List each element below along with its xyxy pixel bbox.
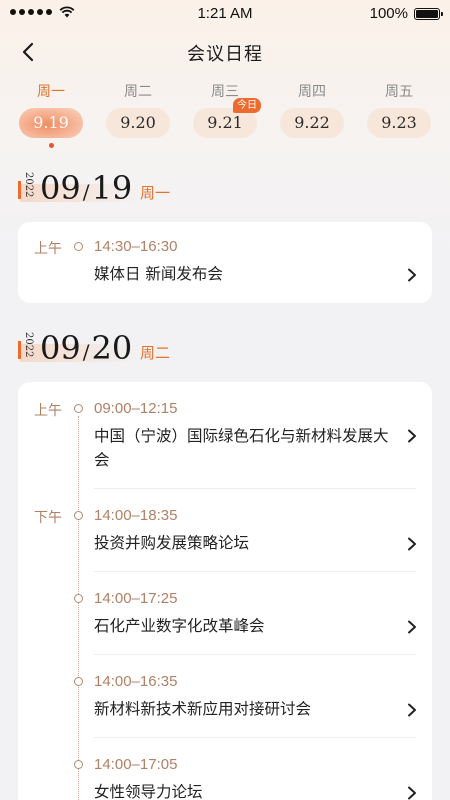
chevron-right-icon [408, 268, 416, 282]
chevron-right-icon [408, 429, 416, 443]
day-tab-weekday: 周五 [385, 84, 413, 100]
session-period: 上午 [34, 403, 62, 419]
session-row[interactable]: 上午 14:30–16:30 媒体日 新闻发布会 [18, 222, 432, 303]
session-time: 14:00–17:05 [94, 756, 178, 773]
session-time: 14:00–17:25 [94, 590, 178, 607]
day-tab-weekday: 周一 [37, 84, 65, 100]
date-weekday: 周二 [140, 344, 171, 362]
date-month-day: 09/19 [40, 169, 133, 207]
session-title: 女性领导力论坛 [94, 783, 203, 800]
day-tab-date: 9.23 [367, 108, 431, 138]
nav-bar: 会议日程 [0, 30, 450, 74]
week-date-selector: 周一 9.19 周二 9.20 周三 9.21 今日 周四 9.22 周五 9.… [0, 82, 450, 152]
date-year: 2022 [23, 332, 34, 358]
timeline-node [74, 760, 83, 769]
day-tab-date: 9.19 [19, 108, 83, 138]
date-day: 19 [91, 169, 133, 207]
day-tab-date: 9.21 [207, 113, 243, 132]
date-header-0920: 2022 09/20 周二 [18, 328, 318, 372]
status-bar: 1:21 AM 100% [0, 0, 450, 28]
today-badge: 今日 [233, 98, 261, 113]
date-accent-bar [18, 181, 21, 199]
battery-icon [414, 7, 443, 20]
date-header-0919: 2022 09/19 周一 [18, 168, 318, 212]
session-row[interactable]: 14:00–16:35 新材料新技术新应用对接研讨会 [18, 655, 432, 737]
date-month: 09 [40, 329, 81, 367]
day-tab-date-wrapper: 9.21 今日 [193, 98, 261, 138]
session-time: 14:00–18:35 [94, 507, 178, 524]
date-weekday: 周一 [140, 184, 171, 202]
page-title: 会议日程 [187, 44, 263, 65]
timeline-node [74, 594, 83, 603]
selected-dot-indicator [48, 143, 54, 148]
timeline-node [74, 511, 83, 520]
battery-percent: 100% [369, 5, 408, 22]
session-row[interactable]: 14:00–17:05 女性领导力论坛 [18, 738, 432, 800]
day-tab-weekday: 周二 [124, 84, 152, 100]
date-month: 09 [40, 169, 81, 207]
session-title: 新材料新技术新应用对接研讨会 [94, 700, 312, 718]
session-card-0920: 上午 09:00–12:15 中国（宁波）国际绿色石化与新材料发展大会 下午 1… [18, 382, 432, 800]
timeline-node [74, 242, 83, 251]
day-tab-thursday[interactable]: 周四 9.22 [279, 82, 345, 138]
date-year: 2022 [23, 172, 34, 198]
session-title: 中国（宁波）国际绿色石化与新材料发展大会 [94, 427, 389, 469]
session-period: 下午 [34, 510, 62, 526]
day-tab-friday[interactable]: 周五 9.23 [366, 82, 432, 138]
session-row[interactable]: 上午 09:00–12:15 中国（宁波）国际绿色石化与新材料发展大会 [18, 382, 432, 488]
session-card-0919: 上午 14:30–16:30 媒体日 新闻发布会 [18, 222, 432, 303]
session-time: 14:30–16:30 [94, 238, 178, 255]
session-title: 媒体日 新闻发布会 [94, 265, 223, 283]
session-row[interactable]: 下午 14:00–18:35 投资并购发展策略论坛 [18, 489, 432, 571]
session-title: 投资并购发展策略论坛 [94, 534, 250, 552]
day-tab-wednesday[interactable]: 周三 9.21 今日 [192, 82, 261, 138]
timeline-node [74, 404, 83, 413]
day-tab-date: 9.20 [106, 108, 170, 138]
date-month-day: 09/20 [40, 329, 133, 367]
chevron-right-icon [408, 786, 416, 800]
day-tab-monday[interactable]: 周一 9.19 [18, 82, 84, 148]
day-tab-date: 9.22 [280, 108, 344, 138]
day-tab-weekday: 周四 [298, 84, 326, 100]
chevron-right-icon [408, 703, 416, 717]
date-day: 20 [91, 329, 133, 367]
timeline-node [74, 677, 83, 686]
chevron-right-icon [408, 620, 416, 634]
session-period: 上午 [34, 241, 62, 257]
session-time: 14:00–16:35 [94, 673, 178, 690]
session-row[interactable]: 14:00–17:25 石化产业数字化改革峰会 [18, 572, 432, 654]
session-time: 09:00–12:15 [94, 400, 178, 417]
session-title: 石化产业数字化改革峰会 [94, 617, 265, 635]
chevron-right-icon [408, 537, 416, 551]
date-accent-bar [18, 341, 21, 359]
day-tab-tuesday[interactable]: 周二 9.20 [105, 82, 171, 138]
